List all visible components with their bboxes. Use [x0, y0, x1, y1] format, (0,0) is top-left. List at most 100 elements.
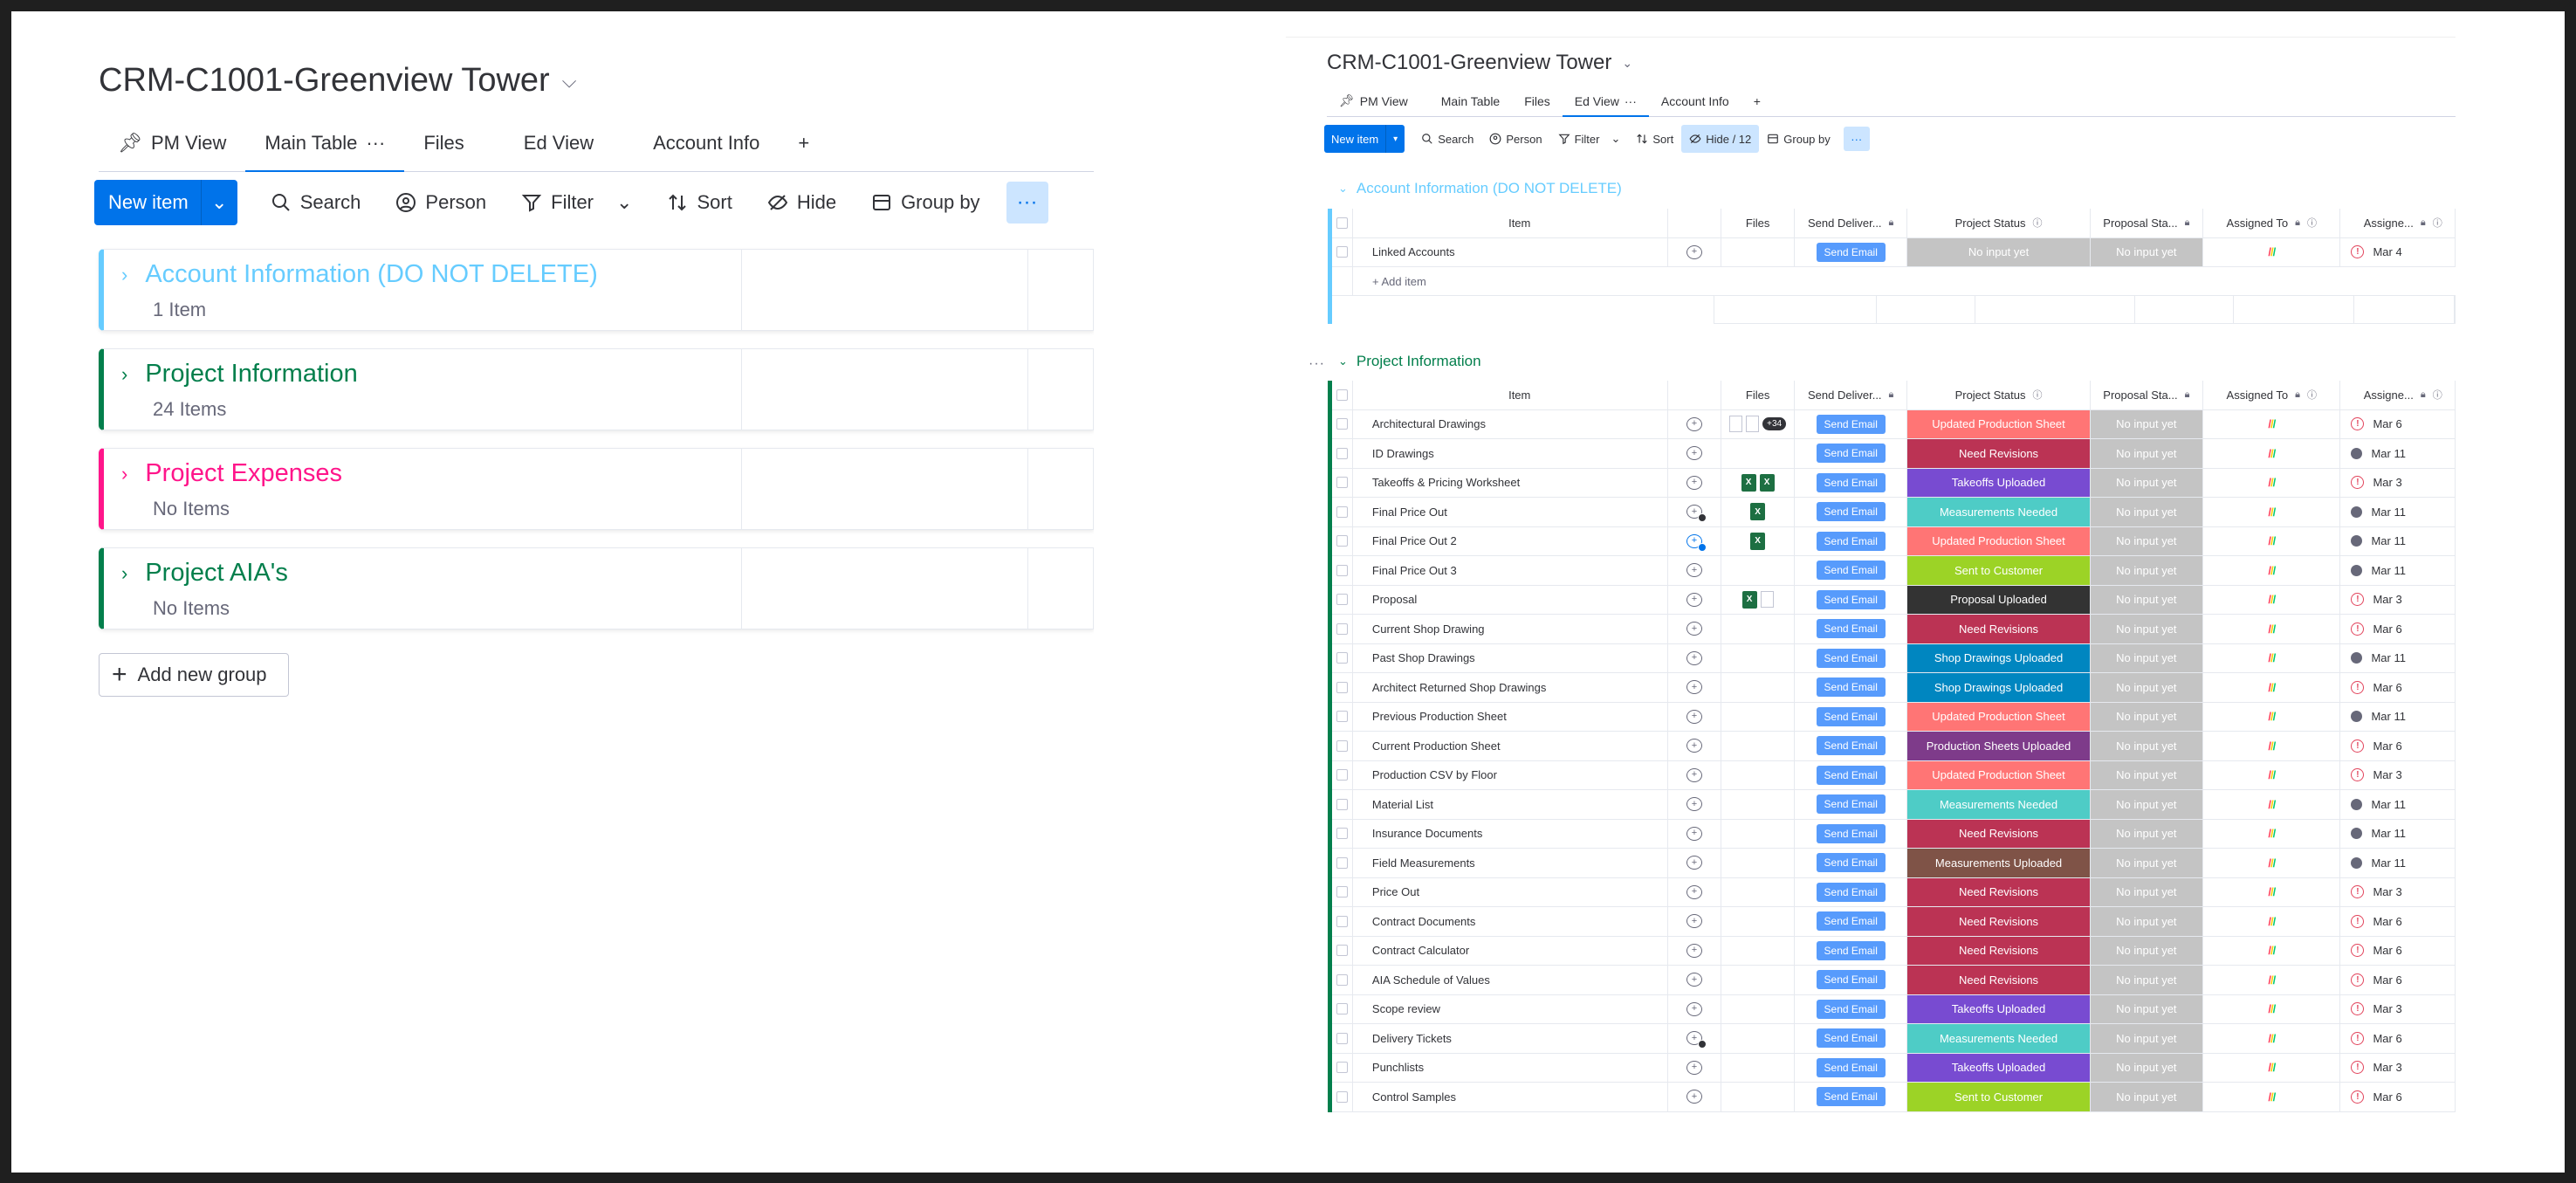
- item-name[interactable]: Architectural Drawings: [1353, 409, 1668, 438]
- more-icon[interactable]: ···: [366, 132, 385, 155]
- item-name[interactable]: Production CSV by Floor: [1353, 760, 1668, 789]
- assigned-to-cell[interactable]: ///: [2203, 439, 2341, 468]
- project-status-cell[interactable]: Proposal Uploaded: [1907, 585, 2091, 614]
- conversation-icon[interactable]: +: [1686, 767, 1702, 782]
- updates-cell[interactable]: +: [1668, 1053, 1722, 1082]
- lock-icon[interactable]: 🔒︎: [2295, 217, 2300, 229]
- updates-cell[interactable]: +: [1668, 760, 1722, 789]
- checkbox[interactable]: [1336, 418, 1348, 430]
- project-status-cell[interactable]: Need Revisions: [1907, 966, 2091, 994]
- date-cell[interactable]: ! Mar 6: [2340, 966, 2456, 994]
- board-title[interactable]: CRM-C1001-Greenview Tower ⌄: [1327, 51, 1632, 75]
- row-checkbox[interactable]: [1332, 237, 1353, 266]
- conversation-icon[interactable]: +: [1686, 826, 1702, 841]
- proposal-status-cell[interactable]: No input yet: [2090, 732, 2204, 760]
- files-cell[interactable]: [1721, 877, 1795, 906]
- row-checkbox[interactable]: [1332, 732, 1353, 760]
- send-email-button[interactable]: Send Email: [1816, 823, 1886, 843]
- row-checkbox[interactable]: [1332, 556, 1353, 585]
- send-email-button[interactable]: Send Email: [1816, 1028, 1886, 1049]
- tab-ed-view[interactable]: Ed View: [505, 114, 613, 171]
- updates-cell[interactable]: +: [1668, 936, 1722, 965]
- assigned-to-cell[interactable]: ///: [2203, 556, 2341, 585]
- table-row[interactable]: Final Price Out 2 + X Send Email Updated Pro…: [1332, 526, 2456, 556]
- date-cell[interactable]: Mar 11: [2340, 702, 2456, 731]
- conversation-icon[interactable]: +: [1686, 1031, 1707, 1049]
- project-status-cell[interactable]: Need Revisions: [1907, 615, 2091, 643]
- group-project-information[interactable]: › Project Information 24 Items: [99, 348, 1094, 430]
- chevron-down-icon[interactable]: ⌄: [616, 191, 632, 214]
- project-status-cell[interactable]: Need Revisions: [1907, 907, 2091, 936]
- assigned-to-cell[interactable]: ///: [2203, 819, 2341, 848]
- chevron-down-icon[interactable]: ⌄: [1611, 132, 1620, 146]
- conversation-icon[interactable]: +: [1686, 680, 1702, 695]
- chevron-down-icon[interactable]: ⌄: [1338, 354, 1348, 368]
- tab-files[interactable]: Files: [1512, 86, 1563, 116]
- column-header-proposal-status[interactable]: Proposal Sta... 🔒︎: [2090, 381, 2204, 409]
- item-name[interactable]: Field Measurements: [1353, 849, 1668, 877]
- row-checkbox[interactable]: [1332, 819, 1353, 848]
- group-header-account-information[interactable]: ⌄ Account Information (DO NOT DELETE): [1338, 180, 1622, 197]
- project-status-cell[interactable]: Updated Production Sheet: [1907, 409, 2091, 438]
- column-header-files[interactable]: Files: [1721, 381, 1795, 409]
- hide-button[interactable]: Hide: [750, 180, 854, 225]
- filter-button[interactable]: Filter ⌄: [504, 180, 649, 225]
- table-row[interactable]: Price Out + Send Email Need Revisions No inp…: [1332, 877, 2456, 907]
- files-cell[interactable]: [1721, 849, 1795, 877]
- chevron-right-icon[interactable]: ›: [121, 562, 127, 585]
- tab-pm-view[interactable]: 📌︎ PM View: [1327, 86, 1420, 116]
- files-cell[interactable]: [1721, 1083, 1795, 1111]
- checkbox[interactable]: [1336, 973, 1348, 986]
- updates-cell[interactable]: +: [1668, 498, 1722, 526]
- row-checkbox[interactable]: [1332, 468, 1353, 497]
- send-email-button[interactable]: Send Email: [1816, 589, 1886, 609]
- item-name[interactable]: Contract Documents: [1353, 907, 1668, 936]
- checkbox[interactable]: [1336, 1090, 1348, 1103]
- checkbox[interactable]: [1336, 945, 1348, 957]
- table-row[interactable]: Control Samples + Send Email Sent to Custom…: [1332, 1083, 2456, 1112]
- project-status-cell[interactable]: Sent to Customer: [1907, 556, 2091, 585]
- files-cell[interactable]: [1721, 936, 1795, 965]
- more-actions-button[interactable]: ···: [1843, 127, 1870, 151]
- conversation-icon[interactable]: +: [1686, 505, 1707, 523]
- table-row[interactable]: Current Shop Drawing + Send Email Need Revi…: [1332, 615, 2456, 644]
- date-cell[interactable]: Mar 11: [2340, 819, 2456, 848]
- updates-cell[interactable]: +: [1668, 994, 1722, 1023]
- proposal-status-cell[interactable]: No input yet: [2090, 468, 2204, 497]
- date-cell[interactable]: ! Mar 6: [2340, 936, 2456, 965]
- updates-cell[interactable]: +: [1668, 237, 1722, 266]
- checkbox[interactable]: [1336, 564, 1348, 576]
- send-email-button[interactable]: Send Email: [1816, 765, 1886, 785]
- table-row[interactable]: AIA Schedule of Values + Send Email Need Re…: [1332, 966, 2456, 995]
- project-status-cell[interactable]: Updated Production Sheet: [1907, 760, 2091, 789]
- checkbox[interactable]: [1336, 828, 1348, 840]
- files-cell[interactable]: X: [1721, 526, 1795, 555]
- files-cell[interactable]: [1721, 237, 1795, 266]
- project-status-cell[interactable]: Need Revisions: [1907, 819, 2091, 848]
- proposal-status-cell[interactable]: No input yet: [2090, 585, 2204, 614]
- chevron-down-icon[interactable]: ⌵: [562, 70, 577, 93]
- send-email-button[interactable]: Send Email: [1816, 940, 1886, 960]
- project-status-cell[interactable]: Measurements Uploaded: [1907, 849, 2091, 877]
- proposal-status-cell[interactable]: No input yet: [2090, 526, 2204, 555]
- conversation-icon[interactable]: +: [1686, 592, 1702, 607]
- assigned-to-cell[interactable]: ///: [2203, 643, 2341, 672]
- item-name[interactable]: Control Samples: [1353, 1083, 1668, 1111]
- item-name[interactable]: Final Price Out 3: [1353, 556, 1668, 585]
- updates-cell[interactable]: +: [1668, 790, 1722, 819]
- updates-cell[interactable]: +: [1668, 673, 1722, 702]
- assigned-to-cell[interactable]: ///: [2203, 1024, 2341, 1053]
- proposal-status-cell[interactable]: No input yet: [2090, 615, 2204, 643]
- checkbox[interactable]: [1336, 1032, 1348, 1044]
- group-title[interactable]: Project Information: [1357, 353, 1481, 370]
- tab-files[interactable]: Files: [404, 114, 483, 171]
- assigned-to-cell[interactable]: ///: [2203, 409, 2341, 438]
- assigned-to-cell[interactable]: ///: [2203, 760, 2341, 789]
- column-header-files[interactable]: Files: [1721, 209, 1795, 237]
- project-status-cell[interactable]: Takeoffs Uploaded: [1907, 994, 2091, 1023]
- row-checkbox[interactable]: [1332, 790, 1353, 819]
- assigned-to-cell[interactable]: ///: [2203, 468, 2341, 497]
- updates-cell[interactable]: +: [1668, 556, 1722, 585]
- assigned-to-cell[interactable]: ///: [2203, 732, 2341, 760]
- table-row[interactable]: Delivery Tickets + Send Email Measurements …: [1332, 1024, 2456, 1054]
